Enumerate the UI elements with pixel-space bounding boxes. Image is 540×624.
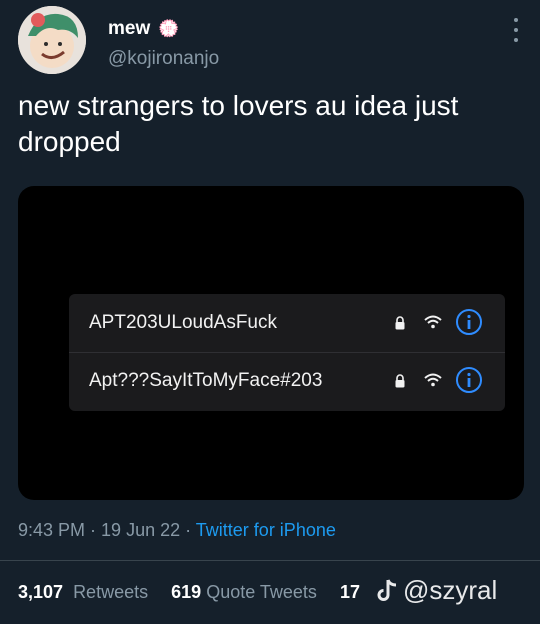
retweets-count: 3,107 (18, 582, 64, 602)
retweets-label: Retweets (73, 582, 149, 602)
info-icon[interactable] (455, 308, 483, 336)
quote-tweets-stat[interactable]: 619 Quote Tweets (171, 582, 317, 602)
lock-icon (395, 316, 405, 330)
wifi-icon (424, 373, 442, 387)
user-handle[interactable]: @kojironanjo (108, 48, 219, 70)
network-name: Apt???SayItToMyFace#203 (89, 370, 323, 391)
tweet-time[interactable]: 9:43 PM (18, 520, 85, 540)
tiktok-logo-icon (377, 578, 397, 601)
meta-separator: · (85, 520, 102, 540)
network-name: APT203ULoudAsFuck (89, 312, 277, 333)
avatar[interactable] (18, 6, 86, 74)
tweet-text: new strangers to lovers au idea just dro… (18, 90, 459, 157)
tweet-date[interactable]: 19 Jun 22 (101, 520, 180, 540)
tweet-stats: 3,107 Retweets 619 Quote Tweets 17 (18, 582, 378, 603)
watermark-text: @szyral (403, 575, 498, 605)
wifi-network-row[interactable]: APT203ULoudAsFuck (69, 294, 505, 353)
display-name[interactable]: mew 💮 (108, 18, 179, 40)
meta-separator: · (180, 520, 196, 540)
tweet-media[interactable]: APT203ULoudAsFuck Apt???SayItToMyFace#20… (18, 186, 524, 500)
tweet-source-link[interactable]: Twitter for iPhone (196, 520, 336, 540)
likes-count: 17 (339, 582, 360, 602)
quote-tweets-label: Quote Tweets (206, 582, 317, 602)
more-options-icon[interactable] (512, 18, 520, 42)
info-icon[interactable] (455, 366, 483, 394)
flower-emoji: 💮 (158, 19, 180, 38)
wifi-icon (424, 315, 442, 329)
tweet-card: mew 💮 @kojironanjo new strangers to love… (0, 0, 540, 624)
wifi-network-row[interactable]: Apt???SayItToMyFace#203 (69, 352, 505, 410)
quote-tweets-count: 619 (171, 582, 202, 602)
lock-icon (395, 374, 405, 388)
tweet-metadata: 9:43 PM · 19 Jun 22 · Twitter for iPhone (18, 520, 336, 541)
divider (0, 560, 540, 561)
retweets-stat[interactable]: 3,107 Retweets (18, 582, 148, 602)
watermark: @szyral (375, 575, 497, 606)
display-name-text: mew (108, 18, 151, 39)
wifi-network-list: APT203ULoudAsFuck Apt???SayItToMyFace#20… (69, 294, 505, 411)
likes-stat[interactable]: 17 (340, 582, 360, 602)
